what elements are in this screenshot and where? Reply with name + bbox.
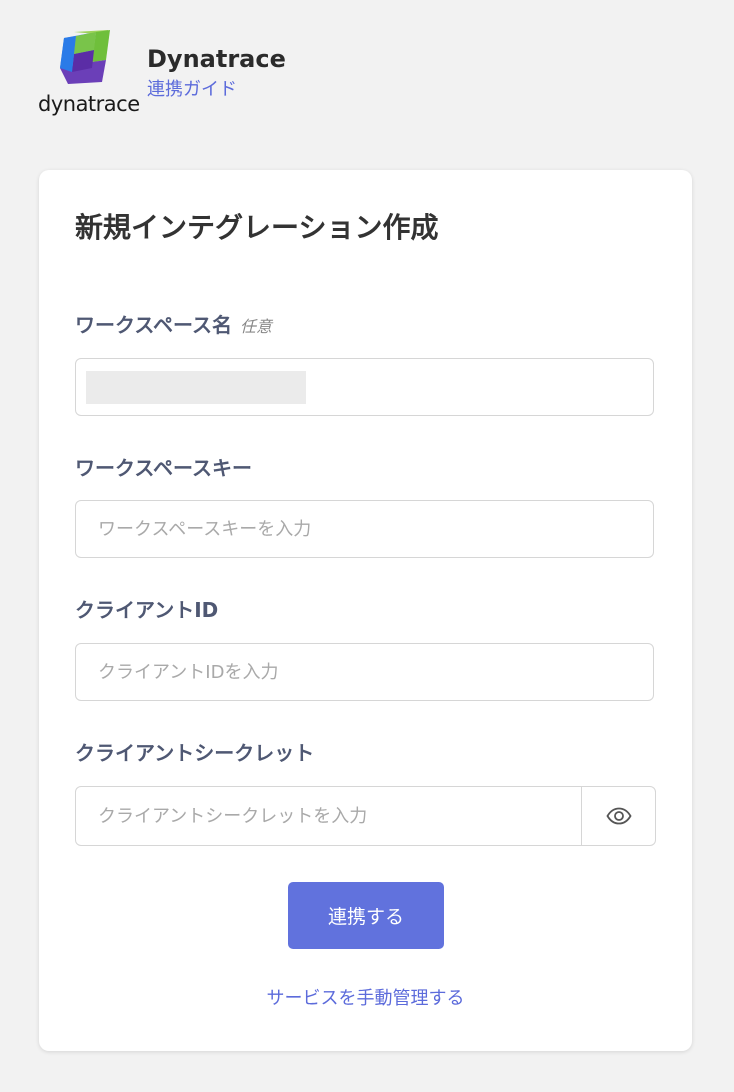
page-title: 新規インテグレーション作成	[75, 211, 439, 244]
app-header: dynatrace Dynatrace 連携ガイド	[38, 28, 438, 123]
connect-button[interactable]: 連携する	[288, 882, 444, 949]
workspace-name-label: ワークスペース名 任意	[75, 311, 272, 341]
workspace-key-input[interactable]	[75, 500, 654, 558]
optional-tag: 任意	[240, 317, 273, 336]
client-secret-label: クライアントシークレット	[75, 741, 315, 765]
client-secret-input[interactable]	[76, 787, 583, 845]
integration-form-card: 新規インテグレーション作成 ワークスペース名任意 ワークスペースキー クライアン…	[39, 170, 692, 1051]
dynatrace-logo-icon	[60, 30, 110, 84]
workspace-name-value-redacted	[86, 371, 306, 404]
dynatrace-logo: dynatrace	[38, 28, 140, 120]
integration-guide-link[interactable]: 連携ガイド	[147, 78, 237, 102]
client-id-input[interactable]	[75, 643, 654, 701]
manual-management-link[interactable]: サービスを手動管理する	[39, 985, 692, 1013]
logo-wordmark: dynatrace	[38, 92, 140, 116]
client-id-label: クライアントID	[75, 598, 219, 622]
workspace-key-label: ワークスペースキー	[75, 456, 252, 480]
eye-icon	[605, 807, 632, 825]
client-secret-field	[75, 786, 656, 846]
workspace-name-input[interactable]	[75, 358, 654, 416]
toggle-secret-visibility-button[interactable]	[581, 787, 655, 845]
workspace-name-label-text: ワークスペース名	[75, 313, 232, 337]
app-name: Dynatrace	[147, 45, 286, 73]
